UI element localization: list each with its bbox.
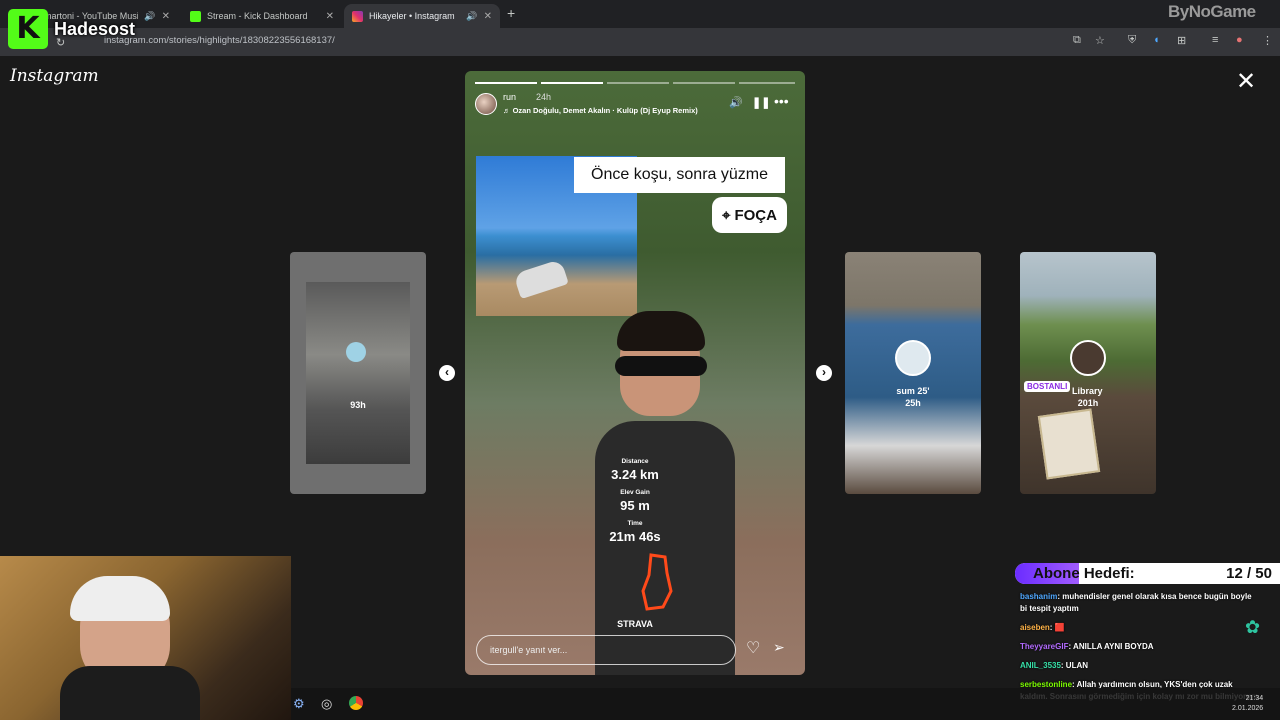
channel-name: Hadesost xyxy=(54,18,136,39)
story-progress-bar xyxy=(739,82,795,84)
brand-watermark: ByNoGame xyxy=(1168,2,1256,21)
location-label: FOÇA xyxy=(734,206,777,224)
kick-logo-icon: K xyxy=(8,9,48,49)
story-caption: Önce koşu, sonra yüzme xyxy=(574,157,785,193)
tab-title: Hikayeler • Instagram xyxy=(369,11,455,21)
distance-label: Distance xyxy=(621,458,649,465)
cast-icon[interactable]: ⧉ xyxy=(1073,34,1081,47)
next-story-button[interactable]: › xyxy=(816,365,832,381)
more-options-icon[interactable]: ••• xyxy=(774,93,789,109)
tab-instagram[interactable]: Hikayeler • Instagram 🔊 ✕ xyxy=(344,4,500,28)
sub-goal-bar: Abone Hedefi: 12 / 50 xyxy=(1015,563,1280,584)
story-progress-bar xyxy=(673,82,735,84)
instagram-logo[interactable]: Instagram xyxy=(10,66,99,86)
chat-username[interactable]: aiseben xyxy=(1020,623,1050,632)
story-avatar[interactable] xyxy=(475,93,497,115)
speaker-icon: 🔊 xyxy=(466,10,478,21)
sunglasses xyxy=(615,356,707,376)
streamer-webcam xyxy=(0,556,291,720)
story-progress-bar xyxy=(541,82,603,84)
menu-kebab-icon[interactable]: ⋮ xyxy=(1262,34,1273,47)
new-tab-button[interactable]: + xyxy=(507,5,515,21)
side-story-previous[interactable]: 93h xyxy=(290,252,426,494)
sub-goal-count: 12 / 50 xyxy=(1226,565,1272,582)
strava-logo: STRAVA xyxy=(617,619,653,629)
story-progress-bar xyxy=(475,82,537,84)
time-label: Time xyxy=(627,520,643,527)
location-sticker: BOSTANLI xyxy=(1024,381,1071,392)
side-story-next-2[interactable]: BOSTANLI Library 201h xyxy=(1020,252,1156,494)
chat-message: ANIL_3535: ULAN xyxy=(1020,660,1260,672)
story-progress-bar xyxy=(607,82,669,84)
close-tab-icon[interactable]: ✕ xyxy=(484,11,492,22)
system-clock: 21:34 2.01.2026 xyxy=(1232,694,1263,714)
avatar xyxy=(346,342,366,362)
taskbar: ⚙ ◎ xyxy=(291,688,1280,720)
location-pin-icon: ⌖ xyxy=(722,206,731,224)
chat-text: : ULAN xyxy=(1060,661,1089,670)
send-icon[interactable]: ➢ xyxy=(773,639,785,656)
location-sticker[interactable]: ⌖ FOÇA xyxy=(712,197,787,233)
address-bar: ↻ instagram.com/stories/highlights/18308… xyxy=(0,28,1280,56)
book xyxy=(1037,408,1101,480)
main-story[interactable]: run 24h ♬ Ozan Doğulu, Demet Akalın · Ku… xyxy=(465,71,805,675)
clock-time: 21:34 xyxy=(1245,695,1264,702)
tab-search-icon[interactable]: ≡ xyxy=(1212,34,1218,46)
puzzle-icon[interactable]: ⊞ xyxy=(1177,34,1186,47)
close-viewer-button[interactable]: ✕ xyxy=(1236,70,1256,94)
extension-icon[interactable]: ◖ xyxy=(1153,34,1160,46)
clock-date: 2.01.2026 xyxy=(1232,705,1264,712)
steam-icon[interactable]: ⚙ xyxy=(293,696,305,712)
chat-text: : 🟥 xyxy=(1049,623,1065,632)
close-tab-icon[interactable]: ✕ xyxy=(162,11,170,22)
chat-message: aiseben: 🟥 xyxy=(1020,622,1260,634)
chat-username[interactable]: TheyyareGIF xyxy=(1020,642,1068,651)
browser-tab-bar: Sumartoni - YouTube Music 🔊 ✕ Stream - K… xyxy=(0,0,1280,28)
sticker-label: BOSTANLI xyxy=(1027,382,1068,391)
app-icon[interactable]: ◎ xyxy=(321,696,332,712)
chrome-icon[interactable] xyxy=(349,696,363,710)
tab-kick-dashboard[interactable]: Stream - Kick Dashboard ✕ xyxy=(182,4,342,28)
avatar xyxy=(895,340,931,376)
side-story-time: 93h xyxy=(350,400,366,410)
person-hair xyxy=(617,311,705,351)
story-timestamp: 24h xyxy=(536,92,552,102)
instagram-favicon-icon xyxy=(352,10,363,22)
elev-gain-label: Elev Gain xyxy=(620,489,650,496)
streamer-shirt xyxy=(60,666,200,720)
gym-photo xyxy=(306,282,410,464)
headset xyxy=(70,576,170,621)
story-username[interactable]: run xyxy=(503,92,516,102)
chat-username[interactable]: ANIL_3535 xyxy=(1020,661,1061,670)
chat-text: : ANILLA AYNI BOYDA xyxy=(1068,642,1154,651)
chat-message: bashanim: muhendisler genel olarak kısa … xyxy=(1020,591,1260,615)
pause-icon[interactable]: ❚❚ xyxy=(752,96,770,109)
distance-value: 3.24 km xyxy=(611,467,659,482)
profile-icon[interactable]: ● xyxy=(1236,34,1243,46)
bookmark-star-icon[interactable]: ☆ xyxy=(1095,34,1105,47)
reply-input[interactable]: itergull'e yanıt ver... xyxy=(476,635,736,665)
like-heart-icon[interactable]: ♡ xyxy=(746,638,760,658)
kick-favicon-icon xyxy=(190,10,201,22)
chat-username[interactable]: bashanim xyxy=(1020,592,1057,601)
close-tab-icon[interactable]: ✕ xyxy=(326,11,334,22)
previous-story-button[interactable]: ‹ xyxy=(439,365,455,381)
route-map-icon xyxy=(641,553,673,611)
side-story-next-1[interactable]: sum 25' 25h xyxy=(845,252,981,494)
mute-icon[interactable]: 🔊 xyxy=(729,96,743,109)
chat-message: TheyyareGIF: ANILLA AYNI BOYDA xyxy=(1020,641,1260,653)
shield-icon[interactable]: ⛨ xyxy=(1128,34,1136,47)
time-value: 21m 46s xyxy=(609,529,661,544)
side-story-time: 25h xyxy=(905,398,921,408)
side-story-time: 201h xyxy=(1077,398,1099,408)
shoe-shape xyxy=(513,258,569,300)
avatar xyxy=(1070,340,1106,376)
side-story-label: Library xyxy=(1072,386,1103,396)
sub-goal-title: Abone Hedefi: xyxy=(1033,565,1135,582)
story-music[interactable]: ♬ Ozan Doğulu, Demet Akalın · Kulüp (Dj … xyxy=(503,106,698,115)
side-story-label: sum 25' xyxy=(896,386,930,396)
kick-channel-overlay: K Hadesost xyxy=(8,8,156,50)
tab-title: Stream - Kick Dashboard xyxy=(207,11,308,21)
elev-gain-value: 95 m xyxy=(620,498,650,513)
